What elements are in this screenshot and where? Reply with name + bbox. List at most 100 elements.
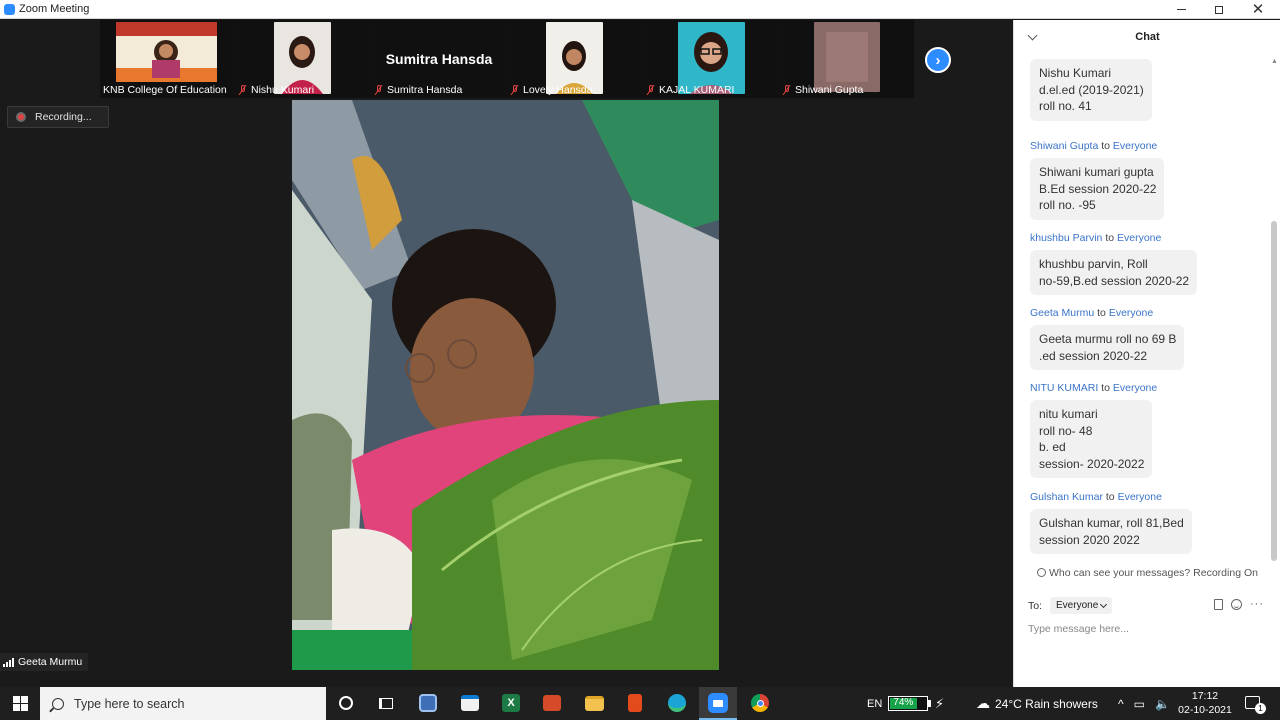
scrollbar-thumb[interactable] bbox=[1271, 221, 1277, 561]
chat-sender[interactable]: NITU KUMARI bbox=[1030, 382, 1098, 394]
file-icon[interactable] bbox=[1214, 598, 1223, 610]
chat-message-header: Geeta Murmu to Everyone bbox=[1030, 307, 1154, 319]
chat-message: Geeta Murmu to Everyone Geeta murmu roll… bbox=[1030, 307, 1185, 370]
chevron-up-icon[interactable]: ^ bbox=[1118, 697, 1124, 711]
chat-message-text: Gulshan kumar, roll 81,Bed session 2020 … bbox=[1030, 509, 1192, 554]
battery-level: 74% bbox=[890, 698, 917, 709]
chat-message: khushbu Parvin to Everyone khushbu parvi… bbox=[1030, 232, 1198, 295]
participant-name: Nishu Kumari bbox=[251, 84, 315, 96]
muted-mic-icon bbox=[782, 84, 791, 96]
chevron-right-icon: › bbox=[935, 51, 941, 69]
window-title: Zoom Meeting bbox=[19, 3, 90, 15]
chat-tools: ··· bbox=[1214, 598, 1264, 610]
title-bar: Zoom Meeting ✕ bbox=[0, 0, 1280, 19]
meeting-stage: KNB College Of Education Nishu Kumari Su… bbox=[0, 20, 1013, 671]
active-speaker-video bbox=[292, 100, 719, 670]
notification-count: 1 bbox=[1255, 703, 1266, 714]
participant-tile[interactable]: Lovely Hansda bbox=[508, 20, 642, 98]
chat-message: Nishu Kumari d.el.ed (2019-2021) roll no… bbox=[1030, 56, 1152, 121]
chat-message: Shiwani Gupta to Everyone Shiwani kumari… bbox=[1030, 140, 1165, 220]
battery-indicator[interactable]: 74% bbox=[888, 687, 931, 720]
chat-sender[interactable]: Shiwani Gupta bbox=[1030, 140, 1098, 152]
cortana-icon[interactable] bbox=[336, 693, 356, 713]
zoom-icon[interactable] bbox=[708, 693, 728, 713]
notification-center-icon[interactable]: 1 bbox=[1245, 696, 1266, 714]
chat-sender[interactable]: khushbu Parvin bbox=[1030, 232, 1102, 244]
chat-message-list[interactable]: Nishu Kumari d.el.ed (2019-2021) roll no… bbox=[1014, 56, 1280, 564]
search-icon bbox=[52, 697, 64, 710]
maximize-icon bbox=[1215, 5, 1223, 14]
chat-recipient: Everyone bbox=[1117, 491, 1162, 503]
excel-icon[interactable]: X bbox=[501, 693, 521, 713]
chat-sender[interactable]: Geeta Murmu bbox=[1030, 307, 1094, 319]
zoom-app-icon bbox=[4, 4, 15, 15]
participant-tile[interactable]: KNB College Of Education bbox=[100, 20, 234, 98]
participant-video bbox=[116, 22, 217, 82]
muted-mic-icon bbox=[646, 84, 655, 96]
vpn-app-icon[interactable] bbox=[418, 693, 438, 713]
chrome-icon[interactable] bbox=[750, 693, 770, 713]
people-icon bbox=[1037, 568, 1047, 577]
chat-message: NITU KUMARI to Everyone nitu kumari roll… bbox=[1030, 382, 1157, 478]
recipient-dropdown[interactable]: Everyone bbox=[1050, 597, 1113, 614]
chat-recipient: Everyone bbox=[1117, 232, 1162, 244]
chat-message-header: Gulshan Kumar to Everyone bbox=[1030, 491, 1162, 503]
participant-name: Sumitra Hansda bbox=[387, 84, 463, 96]
chat-message-text: khushbu parvin, Roll no-59,B.ed session … bbox=[1030, 250, 1198, 295]
chat-message-text: Geeta murmu roll no 69 B .ed session 202… bbox=[1030, 325, 1185, 370]
visibility-notice[interactable]: Who can see your messages? Recording On bbox=[1014, 567, 1280, 579]
close-icon: ✕ bbox=[1251, 1, 1265, 18]
office-icon[interactable] bbox=[625, 693, 645, 713]
recording-icon bbox=[16, 112, 26, 122]
start-button[interactable] bbox=[0, 687, 40, 720]
chat-title: Chat bbox=[1135, 31, 1160, 43]
chat-sender[interactable]: Gulshan Kumar bbox=[1030, 491, 1103, 503]
chat-panel: Chat Nishu Kumari d.el.ed (2019-2021) ro… bbox=[1013, 20, 1280, 687]
participant-tile[interactable]: Shiwani Gupta bbox=[780, 20, 914, 98]
close-button[interactable]: ✕ bbox=[1239, 0, 1277, 19]
chat-recipient: Everyone bbox=[1108, 307, 1154, 319]
maximize-button[interactable] bbox=[1200, 0, 1238, 19]
file-explorer-icon[interactable] bbox=[584, 693, 604, 713]
recipient-value: Everyone bbox=[1056, 600, 1099, 611]
clock-time: 17:12 bbox=[1191, 690, 1219, 702]
participant-tile[interactable]: Nishu Kumari bbox=[236, 20, 370, 98]
visibility-notice-text: Who can see your messages? Recording On bbox=[1049, 567, 1258, 579]
presentation-app-icon[interactable] bbox=[542, 693, 562, 713]
language-indicator[interactable]: EN bbox=[867, 687, 882, 720]
speaker-video-frame bbox=[292, 100, 719, 670]
recording-label: Recording... bbox=[35, 111, 92, 123]
participant-thumbnail-strip: KNB College Of Education Nishu Kumari Su… bbox=[100, 20, 914, 98]
to-label: To: bbox=[1028, 599, 1043, 612]
participant-tile[interactable]: KAJAL KUMARI bbox=[644, 20, 778, 98]
next-page-button[interactable]: › bbox=[925, 47, 951, 73]
edge-icon[interactable] bbox=[667, 693, 687, 713]
scroll-up-icon[interactable]: ▲ bbox=[1271, 58, 1278, 65]
muted-mic-icon bbox=[238, 84, 247, 96]
chat-message-text: Shiwani kumari gupta B.Ed session 2020-2… bbox=[1030, 158, 1165, 220]
windows-logo-icon bbox=[12, 696, 28, 711]
windows-taskbar: Type here to search X EN 74% ⚡ ☁ 24°C Ra… bbox=[0, 687, 1280, 720]
minimize-button[interactable] bbox=[1162, 0, 1200, 19]
weather-widget[interactable]: ☁ 24°C Rain showers bbox=[976, 687, 1098, 720]
chevron-down-icon bbox=[1100, 600, 1108, 608]
chat-message-input[interactable] bbox=[1028, 620, 1268, 638]
clock[interactable]: 17:12 02-10-2021 bbox=[1178, 689, 1232, 717]
participant-tile[interactable]: Sumitra Hansda Sumitra Hansda bbox=[372, 20, 506, 98]
network-icon[interactable]: ▭ bbox=[1134, 697, 1145, 711]
chat-scrollbar[interactable]: ▲ bbox=[1271, 56, 1278, 564]
chat-message-text: nitu kumari roll no- 48 b. ed session- 2… bbox=[1030, 400, 1153, 478]
active-speaker-label: Geeta Murmu bbox=[0, 653, 89, 671]
task-view-icon[interactable] bbox=[376, 693, 396, 713]
store-icon[interactable] bbox=[460, 693, 480, 713]
clock-date: 02-10-2021 bbox=[1178, 704, 1232, 716]
participant-display-name: Sumitra Hansda bbox=[385, 51, 493, 67]
emoji-icon[interactable] bbox=[1231, 598, 1242, 610]
volume-icon[interactable]: 🔈 bbox=[1155, 697, 1170, 711]
signal-strength-icon bbox=[3, 657, 14, 667]
recording-indicator[interactable]: Recording... bbox=[7, 106, 109, 128]
search-placeholder: Type here to search bbox=[74, 696, 185, 711]
more-options-icon[interactable]: ··· bbox=[1250, 598, 1264, 610]
taskbar-search[interactable]: Type here to search bbox=[40, 687, 326, 720]
weather-icon: ☁ bbox=[976, 695, 990, 711]
